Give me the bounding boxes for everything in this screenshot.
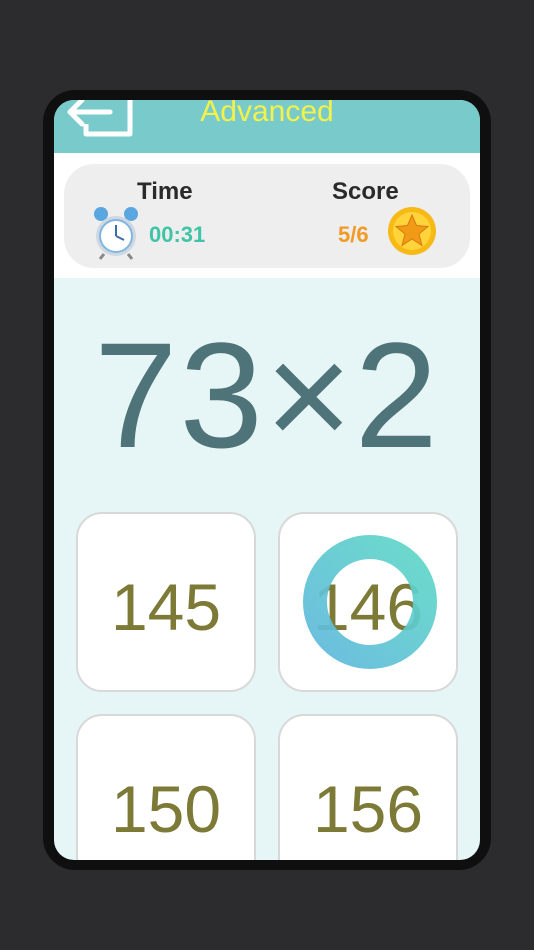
answer-label: 150 [110, 772, 222, 846]
app-screen: Advanced Time 00:31 Score 5/6 73×2 145 1… [54, 100, 480, 860]
page-title: Advanced [200, 100, 334, 128]
math-question: 73×2 [94, 311, 440, 479]
answer-label: 156 [312, 772, 424, 846]
stats-panel: Time 00:31 Score 5/6 [64, 164, 470, 268]
time-label: Time [137, 178, 193, 205]
score-label: Score [332, 178, 399, 205]
answer-option-2[interactable]: 146 [278, 512, 458, 692]
answer-option-3[interactable]: 150 [76, 714, 256, 860]
loading-ring-icon [303, 535, 437, 669]
time-value: 00:31 [149, 222, 206, 247]
answer-option-4[interactable]: 156 [278, 714, 458, 860]
answer-option-1[interactable]: 145 [76, 512, 256, 692]
star-coin-icon [388, 207, 436, 255]
alarm-clock-icon [94, 207, 138, 260]
answer-label: 145 [110, 570, 222, 644]
stats-area: Time 00:31 Score 5/6 [54, 153, 480, 278]
score-value: 5/6 [338, 222, 369, 247]
top-bar: Advanced [54, 100, 480, 153]
